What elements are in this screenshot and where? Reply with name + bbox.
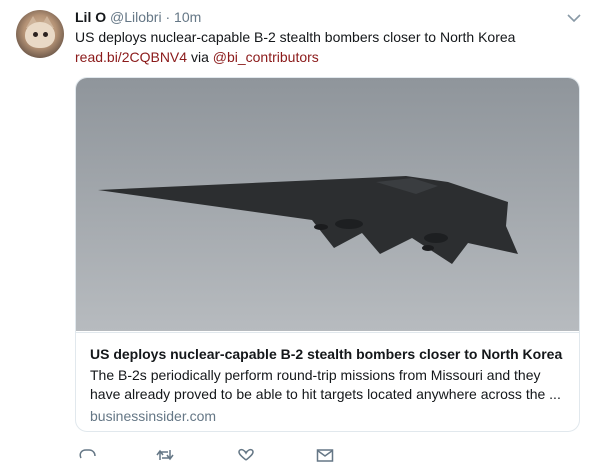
tweet-text: US deploys nuclear-capable B-2 stealth b… xyxy=(75,29,516,45)
envelope-icon[interactable] xyxy=(316,448,334,462)
tweet-actions xyxy=(75,448,495,462)
retweet-icon[interactable] xyxy=(156,448,174,462)
chevron-down-icon[interactable] xyxy=(566,10,582,26)
tweet[interactable]: Lil O @Lilobri · 10m US deploys nuclear-… xyxy=(0,0,593,462)
display-name[interactable]: Lil O xyxy=(75,9,106,25)
article-link[interactable]: read.bi/2CQBNV4 xyxy=(75,49,187,65)
avatar[interactable] xyxy=(16,10,64,58)
timestamp[interactable]: 10m xyxy=(174,9,201,25)
card-description: The B-2s periodically perform round-trip… xyxy=(90,367,561,402)
avatar-eye-right xyxy=(43,32,48,37)
card-image[interactable] xyxy=(76,78,579,331)
via-text: via xyxy=(187,49,213,65)
user-handle[interactable]: @Lilobri xyxy=(110,9,162,25)
card-domain: businessinsider.com xyxy=(90,408,217,424)
mention-link[interactable]: @bi_contributors xyxy=(213,49,319,65)
separator-dot: · xyxy=(165,9,171,25)
avatar-eye-left xyxy=(33,32,38,37)
card-title[interactable]: US deploys nuclear-capable B-2 stealth b… xyxy=(90,344,562,364)
card-body: US deploys nuclear-capable B-2 stealth b… xyxy=(76,332,579,431)
reply-icon[interactable] xyxy=(78,448,96,462)
tweet-header: Lil O @Lilobri · 10m xyxy=(75,8,201,27)
link-card[interactable]: US deploys nuclear-capable B-2 stealth b… xyxy=(75,77,580,432)
avatar-face xyxy=(25,22,55,48)
heart-icon[interactable] xyxy=(237,448,255,462)
tweet-link-line: read.bi/2CQBNV4 via @bi_contributors xyxy=(75,47,319,67)
